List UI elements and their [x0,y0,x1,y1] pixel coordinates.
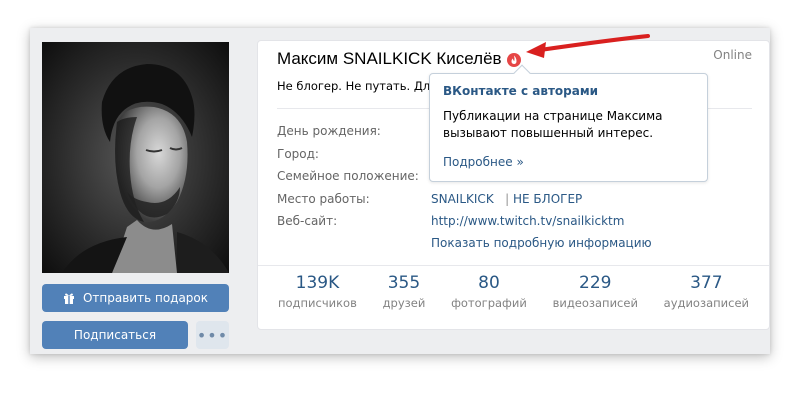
profile-name: Максим SNAILKICK Киселёв [277,49,502,68]
profile-photo[interactable] [42,42,229,273]
more-actions-button[interactable]: ••• [196,321,229,349]
info-labels: День рождения: Город: Семейное положение… [277,123,419,236]
name-row: Максим SNAILKICK Киселёв [277,49,521,69]
work-value: SNAILKICK | НЕ БЛОГЕР [431,191,624,214]
tooltip-text: Публикации на странице Максима вызывают … [443,109,663,140]
work-separator: | [505,191,510,206]
counter-followers[interactable]: 139K подписчиков [272,273,363,313]
work-link[interactable]: SNAILKICK [431,192,494,206]
counter-number: 139K [295,273,340,293]
counter-number: 355 [387,273,421,293]
website-link[interactable]: http://www.twitch.tv/snailkicktm [431,213,624,236]
online-status: Online [713,48,752,62]
work-label: Место работы: [277,191,370,206]
counter-label: фотографий [451,296,527,310]
counter-label: подписчиков [278,296,357,310]
more-dots-icon: ••• [196,325,229,345]
tooltip-title: ВКонтакте с авторами [443,84,599,98]
website-label: Веб-сайт: [277,214,338,228]
counters-row: 139K подписчиков 355 друзей 80 фотографи… [272,273,755,313]
counter-number: 377 [690,273,723,293]
counter-photos[interactable]: 80 фотографий [445,273,533,313]
send-gift-button[interactable]: Отправить подарок [42,284,229,312]
counter-label: аудиозаписей [663,296,749,310]
counter-label: видеозаписей [552,296,638,310]
work-link-2[interactable]: НЕ БЛОГЕР [513,192,582,206]
counter-number: 229 [579,273,612,293]
counter-label: друзей [382,296,426,310]
counter-videos[interactable]: 229 видеозаписей [547,273,644,313]
counter-number: 80 [478,273,500,293]
show-more-info-link[interactable]: Показать подробную информацию [431,236,652,250]
counter-friends[interactable]: 355 друзей [377,273,432,313]
birthday-label: День рождения: [277,124,381,138]
subscribe-button[interactable]: Подписаться [42,321,188,349]
profile-photo-image [42,42,229,273]
send-gift-label: Отправить подарок [82,291,209,305]
relationship-label: Семейное положение: [277,169,419,183]
counters-divider [258,265,769,266]
fire-icon[interactable] [506,52,521,67]
left-column: Отправить подарок Подписаться ••• [30,28,245,354]
authors-tooltip-popup: ВКонтакте с авторами Публикации на стран… [429,64,708,182]
counter-audio[interactable]: 377 аудиозаписей [658,273,755,313]
gift-icon [63,292,75,304]
tooltip-more-link[interactable]: Подробнее » [443,155,524,169]
city-label: Город: [277,146,319,161]
subscribe-label: Подписаться [73,328,157,342]
